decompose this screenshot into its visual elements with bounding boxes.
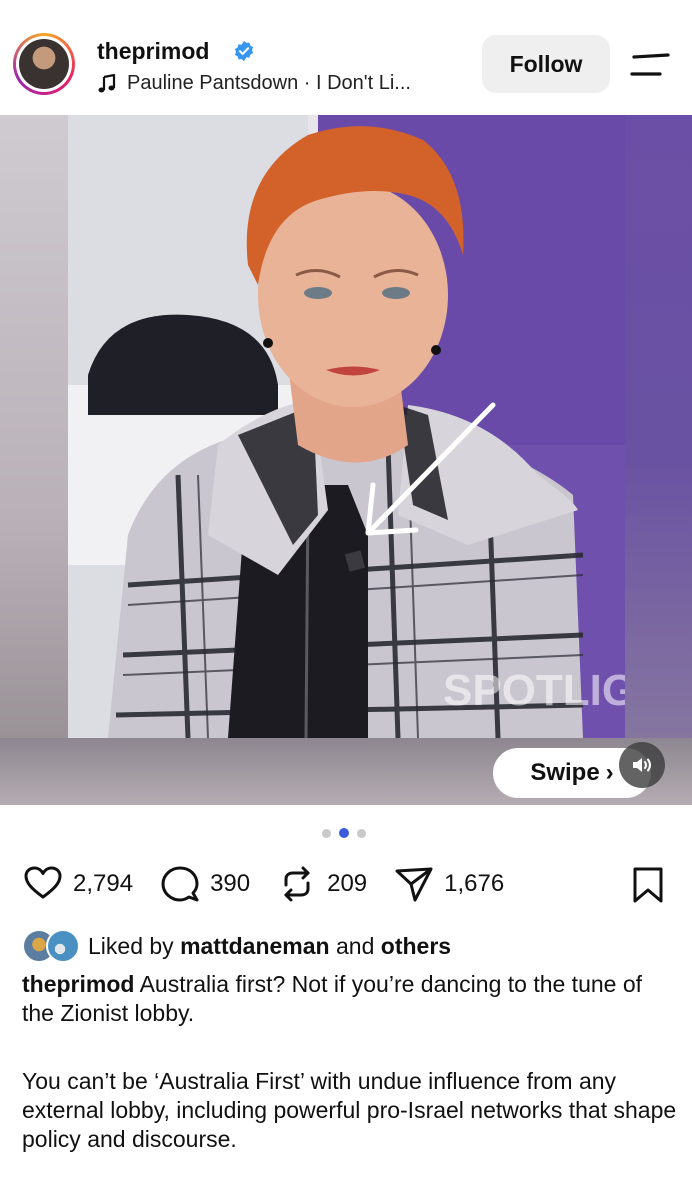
username[interactable]: theprimod — [97, 38, 209, 65]
carousel-dot — [322, 828, 331, 838]
share-action[interactable]: 1,676 — [393, 863, 504, 905]
swipe-label: Swipe — [530, 759, 600, 786]
repost-icon[interactable] — [276, 863, 318, 905]
post-photo: SPOTLIGHT — [68, 115, 625, 738]
share-count: 1,676 — [444, 870, 505, 897]
sound-toggle-button[interactable] — [619, 742, 665, 788]
liked-by-user[interactable]: mattdaneman — [180, 933, 330, 959]
comment-action[interactable]: 390 — [159, 863, 250, 905]
caption-paragraph: You can’t be ‘Australia First’ with undu… — [22, 1068, 677, 1152]
repost-count: 209 — [327, 870, 368, 897]
comment-icon[interactable] — [159, 863, 201, 905]
post-caption: theprimod Australia first? Not if you’re… — [22, 970, 672, 1028]
like-count: 2,794 — [73, 870, 134, 897]
liked-by-text: Liked by mattdaneman and others — [88, 932, 452, 959]
post-media[interactable]: SPOTLIGHT Swipe › — [0, 115, 692, 805]
bookmark-icon[interactable] — [630, 866, 666, 904]
avatar-image — [19, 39, 69, 89]
profile-avatar[interactable] — [13, 33, 75, 95]
audio-track-label: Pauline Pantsdown · I Don't Li... — [127, 72, 411, 94]
chevron-right-icon: › — [605, 759, 614, 786]
repost-action[interactable]: 209 — [276, 863, 367, 905]
liker-avatar — [46, 929, 80, 963]
caption-author[interactable]: theprimod — [22, 971, 134, 997]
like-action[interactable]: 2,794 — [22, 863, 133, 905]
heart-icon[interactable] — [22, 863, 64, 905]
send-icon[interactable] — [393, 863, 435, 905]
carousel-indicator — [322, 828, 366, 838]
post-actions: 2,794 390 209 1,676 — [22, 862, 530, 906]
speaker-icon — [633, 758, 651, 772]
comment-count: 390 — [210, 870, 251, 897]
watermark-text: SPOTLIGHT — [443, 666, 625, 715]
post-header: theprimod Pauline Pantsdown · I Don't Li… — [0, 0, 692, 115]
liked-by-others[interactable]: others — [381, 933, 451, 959]
audio-track[interactable]: Pauline Pantsdown · I Don't Li... — [97, 72, 411, 95]
follow-button[interactable]: Follow — [482, 35, 610, 93]
liked-by-row[interactable]: Liked by mattdaneman and others — [22, 928, 451, 964]
verified-badge-icon — [234, 40, 254, 62]
menu-icon[interactable] — [630, 52, 670, 78]
carousel-dot — [357, 828, 366, 838]
music-note-icon — [98, 73, 116, 92]
carousel-dot-active — [339, 828, 349, 838]
